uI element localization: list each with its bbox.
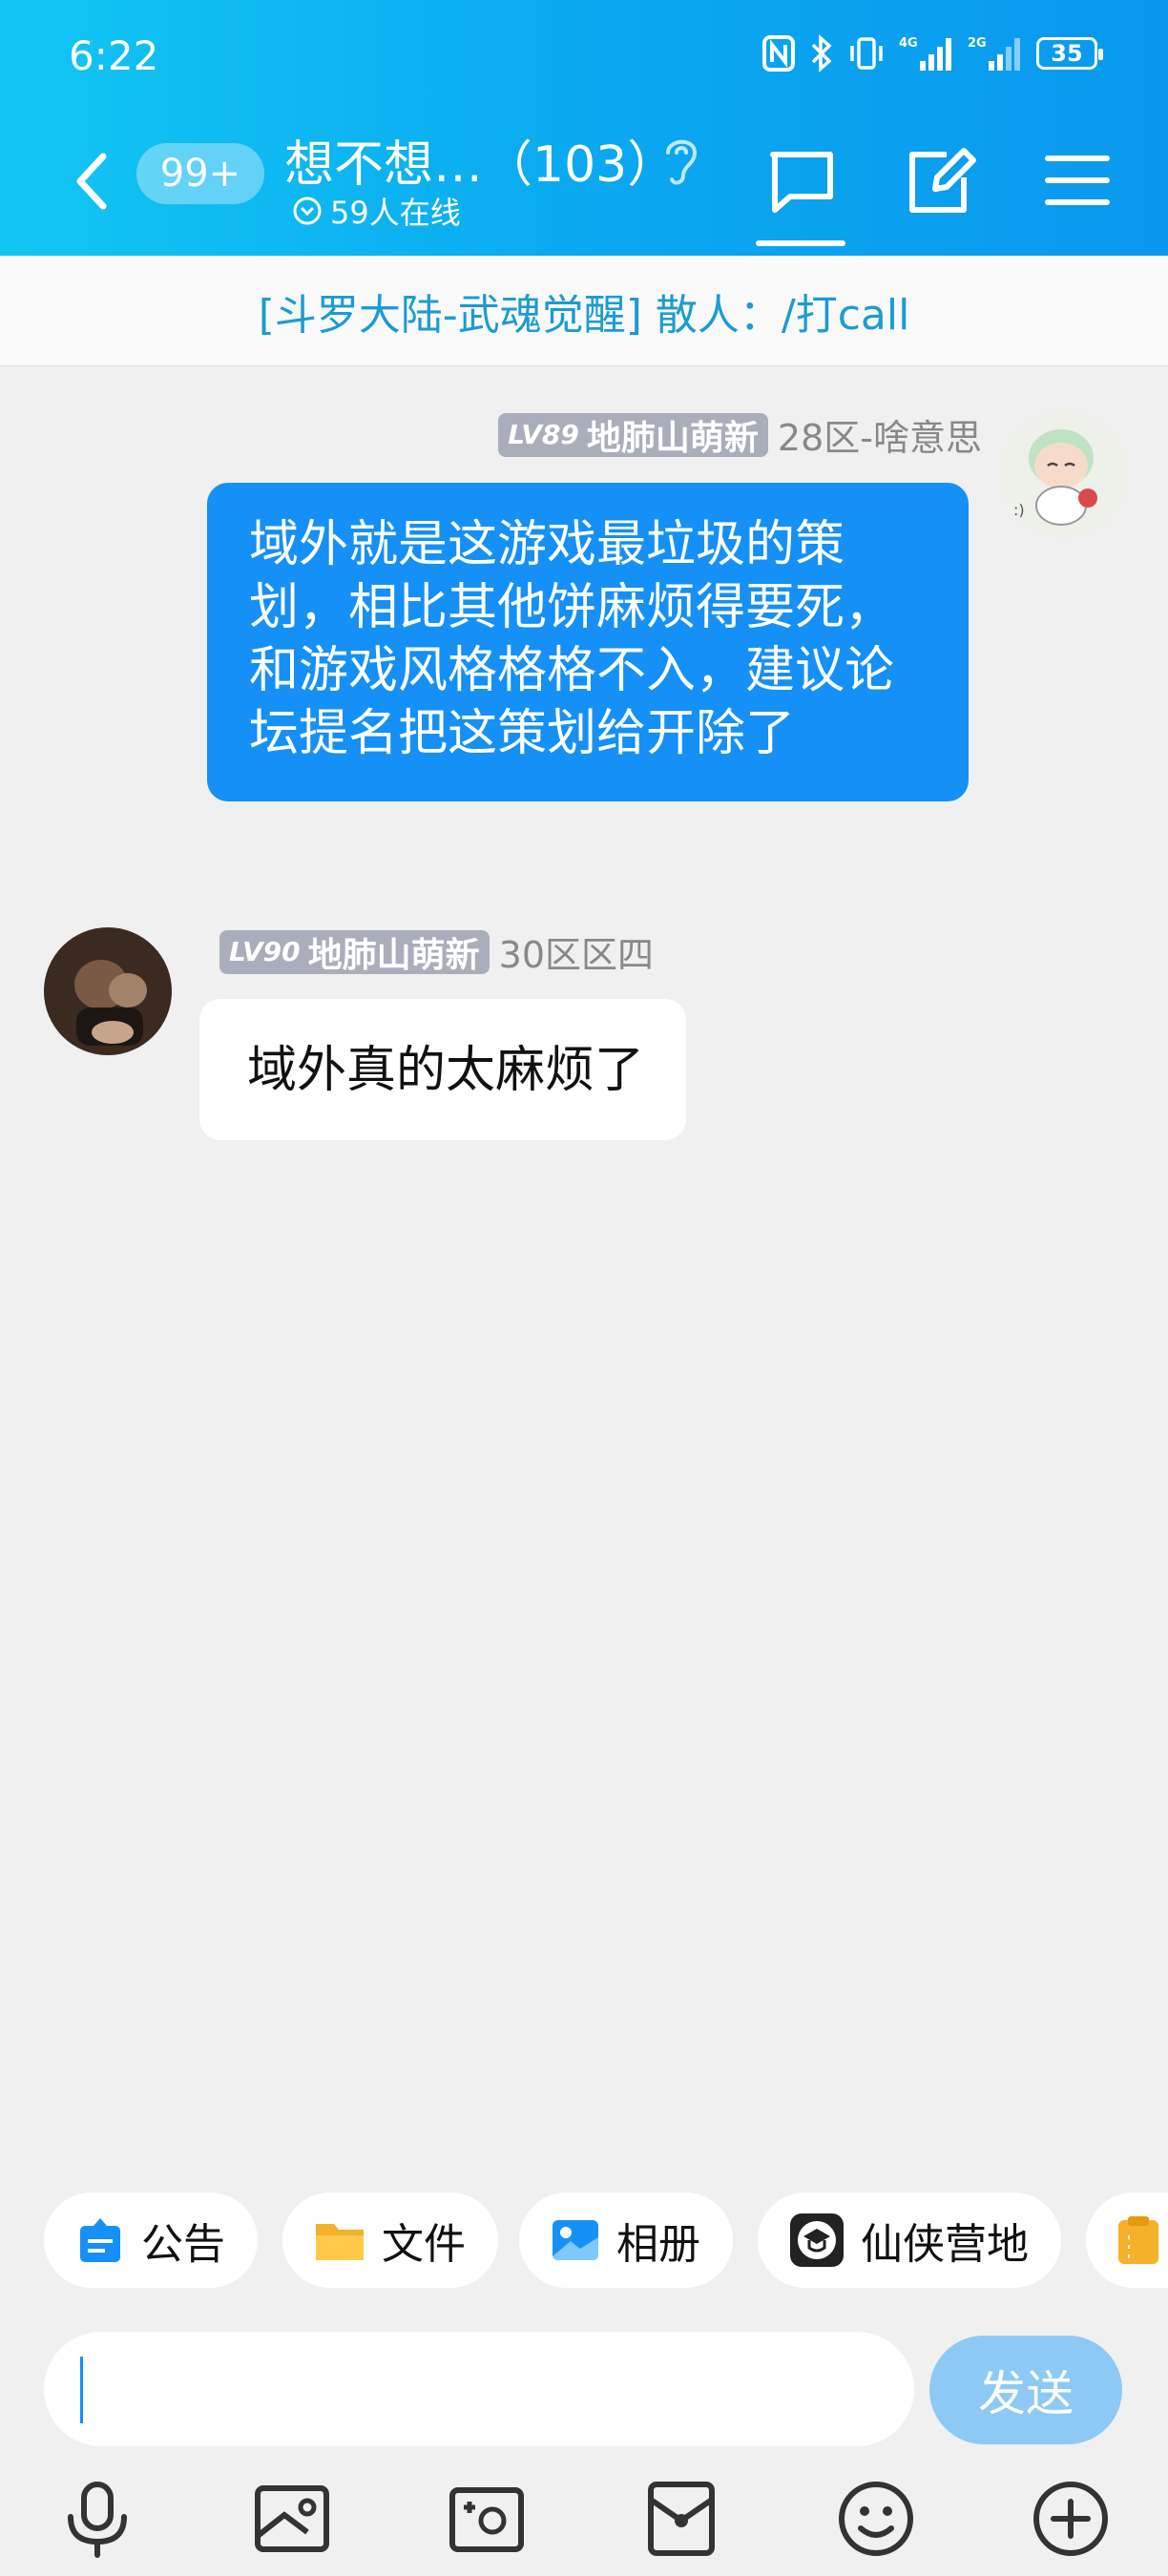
unread-badge[interactable]: 99+ [136,143,264,204]
chip-label: 公告 [141,2220,225,2269]
member-tag: 28区-啥意思 [777,417,982,459]
battery-level: 35 [1051,40,1083,67]
announcement-chip[interactable]: 公告 [44,2192,258,2288]
active-tab-indicator [756,240,845,246]
composer-toolbar [0,2469,1168,2565]
member-title: 地肺山萌新 [586,418,759,458]
nav-bar: 99+ 想不想…（103） 59人在线 [0,124,1168,256]
cartoon-avatar-icon: :) [1000,410,1128,538]
camp-icon [790,2213,844,2267]
chat-header: 6:22 4G 2G 35 99+ 想不想…（103） 59人在线 [0,0,1168,256]
clipboard-icon [1118,2216,1158,2264]
message-input[interactable] [44,2332,914,2446]
emoji-icon[interactable] [836,2479,916,2559]
svg-text:2G: 2G [968,36,987,51]
ear-icon[interactable] [660,132,702,189]
nfc-icon [762,35,795,72]
send-button[interactable]: 发送 [929,2336,1122,2444]
text-caret [80,2357,83,2423]
svg-text::): :) [1013,501,1025,519]
status-bar: 6:22 4G 2G 35 [0,0,1168,114]
camera-icon[interactable] [447,2479,527,2559]
online-status[interactable]: 59人在线 [292,189,461,233]
level-text: LV90 [229,936,301,967]
group-title[interactable]: 想不想…（103） [284,124,677,196]
message-bubble-other[interactable]: 域外真的太麻烦了 [199,999,687,1140]
red-packet-icon[interactable] [641,2479,721,2559]
camp-chip[interactable]: 仙侠营地 [758,2192,1061,2288]
bluetooth-icon [811,34,832,73]
group-notice-bar[interactable]: [斗罗大陆-武魂觉醒] 散人：/打call [0,256,1168,366]
level-badge: LV89 地肺山萌新 [498,412,768,458]
plus-icon[interactable] [1031,2479,1111,2559]
album-icon [553,2220,598,2260]
chevron-down-circle-icon [293,197,322,225]
level-badge: LV90 地肺山萌新 [219,929,490,975]
chip-label: 相册 [616,2220,700,2269]
signal-1-icon: 4G [899,36,951,71]
status-icons: 4G 2G 35 [761,32,1103,74]
back-button[interactable] [63,143,120,219]
more-chip[interactable] [1086,2192,1168,2288]
image-icon[interactable] [252,2479,332,2559]
member-tag: 30区区四 [498,934,654,976]
online-count: 59人在线 [330,195,461,231]
quick-actions-bar: 公告 文件 相册 仙侠营地 [0,2177,1168,2301]
photo-avatar-icon [44,927,172,1055]
level-text: LV89 [508,419,579,450]
menu-icon[interactable] [1042,145,1113,216]
message-bubble-mine[interactable]: 域外就是这游戏最垃圾的策划，相比其他饼麻烦得要死，和游戏风格格格不入，建议论坛提… [207,483,969,801]
avatar[interactable]: :) [1000,410,1128,538]
battery-icon: 35 [1036,37,1103,70]
composer: 发送 [0,2318,1168,2462]
status-time: 6:22 [69,32,159,79]
edit-icon[interactable] [901,143,977,219]
vibrate-icon [850,37,883,70]
message-sender-meta: LV90 地肺山萌新 30区区四 [219,925,654,978]
avatar[interactable] [44,927,172,1055]
folder-icon [316,2224,364,2260]
svg-text:4G: 4G [899,36,918,51]
signal-2-icon: 2G [968,36,1020,71]
member-title: 地肺山萌新 [307,935,480,975]
album-chip[interactable]: 相册 [519,2192,733,2288]
microphone-icon[interactable] [57,2479,137,2559]
chip-label: 仙侠营地 [861,2220,1029,2269]
files-chip[interactable]: 文件 [282,2192,498,2288]
notice-text: [斗罗大陆-武魂觉醒] 散人：/打call [258,290,910,340]
message-sender-meta: LV89 地肺山萌新 28区-啥意思 [498,408,982,461]
announcement-icon [80,2218,120,2262]
chat-tab-icon[interactable] [763,143,840,219]
chip-label: 文件 [382,2220,466,2269]
